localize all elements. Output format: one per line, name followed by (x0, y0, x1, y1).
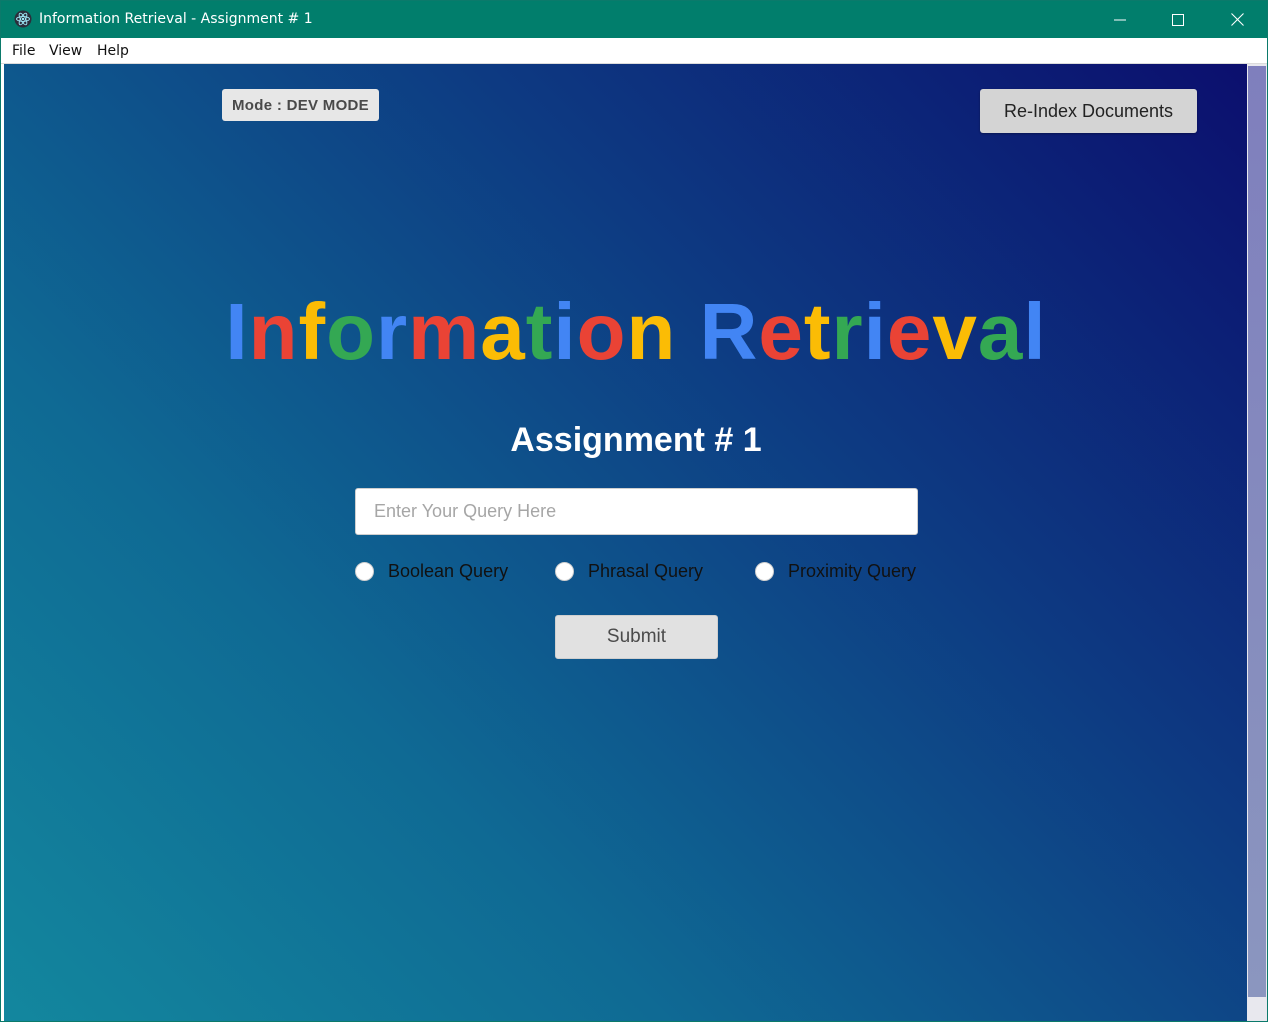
app-window: Information Retrieval - Assignment # 1 F… (0, 0, 1268, 1022)
menu-view[interactable]: View (49, 43, 82, 59)
app-title-letter: t (803, 287, 832, 376)
app-title-letter: r (375, 287, 409, 376)
app-title-letter: i (553, 287, 577, 376)
electron-icon (14, 10, 32, 28)
title-bar[interactable]: Information Retrieval - Assignment # 1 (1, 1, 1267, 38)
app-title-letter: n (626, 287, 677, 376)
boolean-query-radio[interactable] (355, 561, 374, 581)
menu-file[interactable]: File (12, 43, 35, 59)
minimize-icon (1114, 19, 1126, 20)
app-title-letter (676, 286, 699, 378)
app-title-letter: n (248, 287, 299, 376)
reindex-documents-button[interactable]: Re-Index Documents (980, 89, 1197, 133)
app-title-letter: r (831, 287, 864, 376)
mode-badge: Mode : DEV MODE (222, 89, 379, 121)
menu-bar: File View Help (1, 38, 1267, 64)
app-title-letter: e (758, 287, 804, 376)
maximize-button[interactable] (1149, 1, 1207, 38)
phrasal-query-option[interactable]: Phrasal Query (555, 559, 703, 583)
app-title-letter: f (298, 287, 327, 376)
boolean-query-option[interactable]: Boolean Query (355, 559, 508, 583)
app-title-letter: a (977, 287, 1024, 376)
vertical-scrollbar[interactable] (1247, 64, 1267, 1021)
menu-help[interactable]: Help (97, 43, 129, 59)
app-title-letter: I (225, 287, 249, 376)
boolean-query-label[interactable]: Boolean Query (388, 561, 508, 582)
proximity-query-radio[interactable] (755, 561, 774, 581)
app-title-letter: m (408, 287, 481, 376)
close-icon (1230, 13, 1244, 26)
app-title-letter: i (863, 287, 887, 376)
scrollbar-thumb[interactable] (1248, 66, 1266, 997)
app-title-letter: e (886, 287, 933, 376)
phrasal-query-radio[interactable] (555, 561, 574, 581)
app-title-letter: t (525, 287, 554, 376)
app-title-letter: o (326, 287, 376, 376)
maximize-icon (1172, 13, 1184, 26)
app-title-letter: o (576, 287, 627, 376)
app-title-letter: v (932, 287, 978, 376)
proximity-query-label[interactable]: Proximity Query (788, 561, 916, 582)
app-title-letter: a (480, 287, 526, 376)
minimize-button[interactable] (1091, 1, 1149, 38)
assignment-subtitle: Assignment # 1 (510, 421, 762, 459)
app-title-letter: R (699, 287, 759, 376)
query-input[interactable] (355, 488, 918, 535)
close-button[interactable] (1208, 1, 1266, 38)
app-title: Information Retrieval (4, 286, 1247, 378)
phrasal-query-label[interactable]: Phrasal Query (588, 561, 703, 582)
app-title-letter: l (1023, 287, 1047, 376)
submit-button[interactable]: Submit (555, 615, 718, 659)
window-title: Information Retrieval - Assignment # 1 (39, 11, 313, 27)
proximity-query-option[interactable]: Proximity Query (755, 559, 916, 583)
main-content: Mode : DEV MODE Re-Index Documents Infor… (4, 64, 1247, 1021)
